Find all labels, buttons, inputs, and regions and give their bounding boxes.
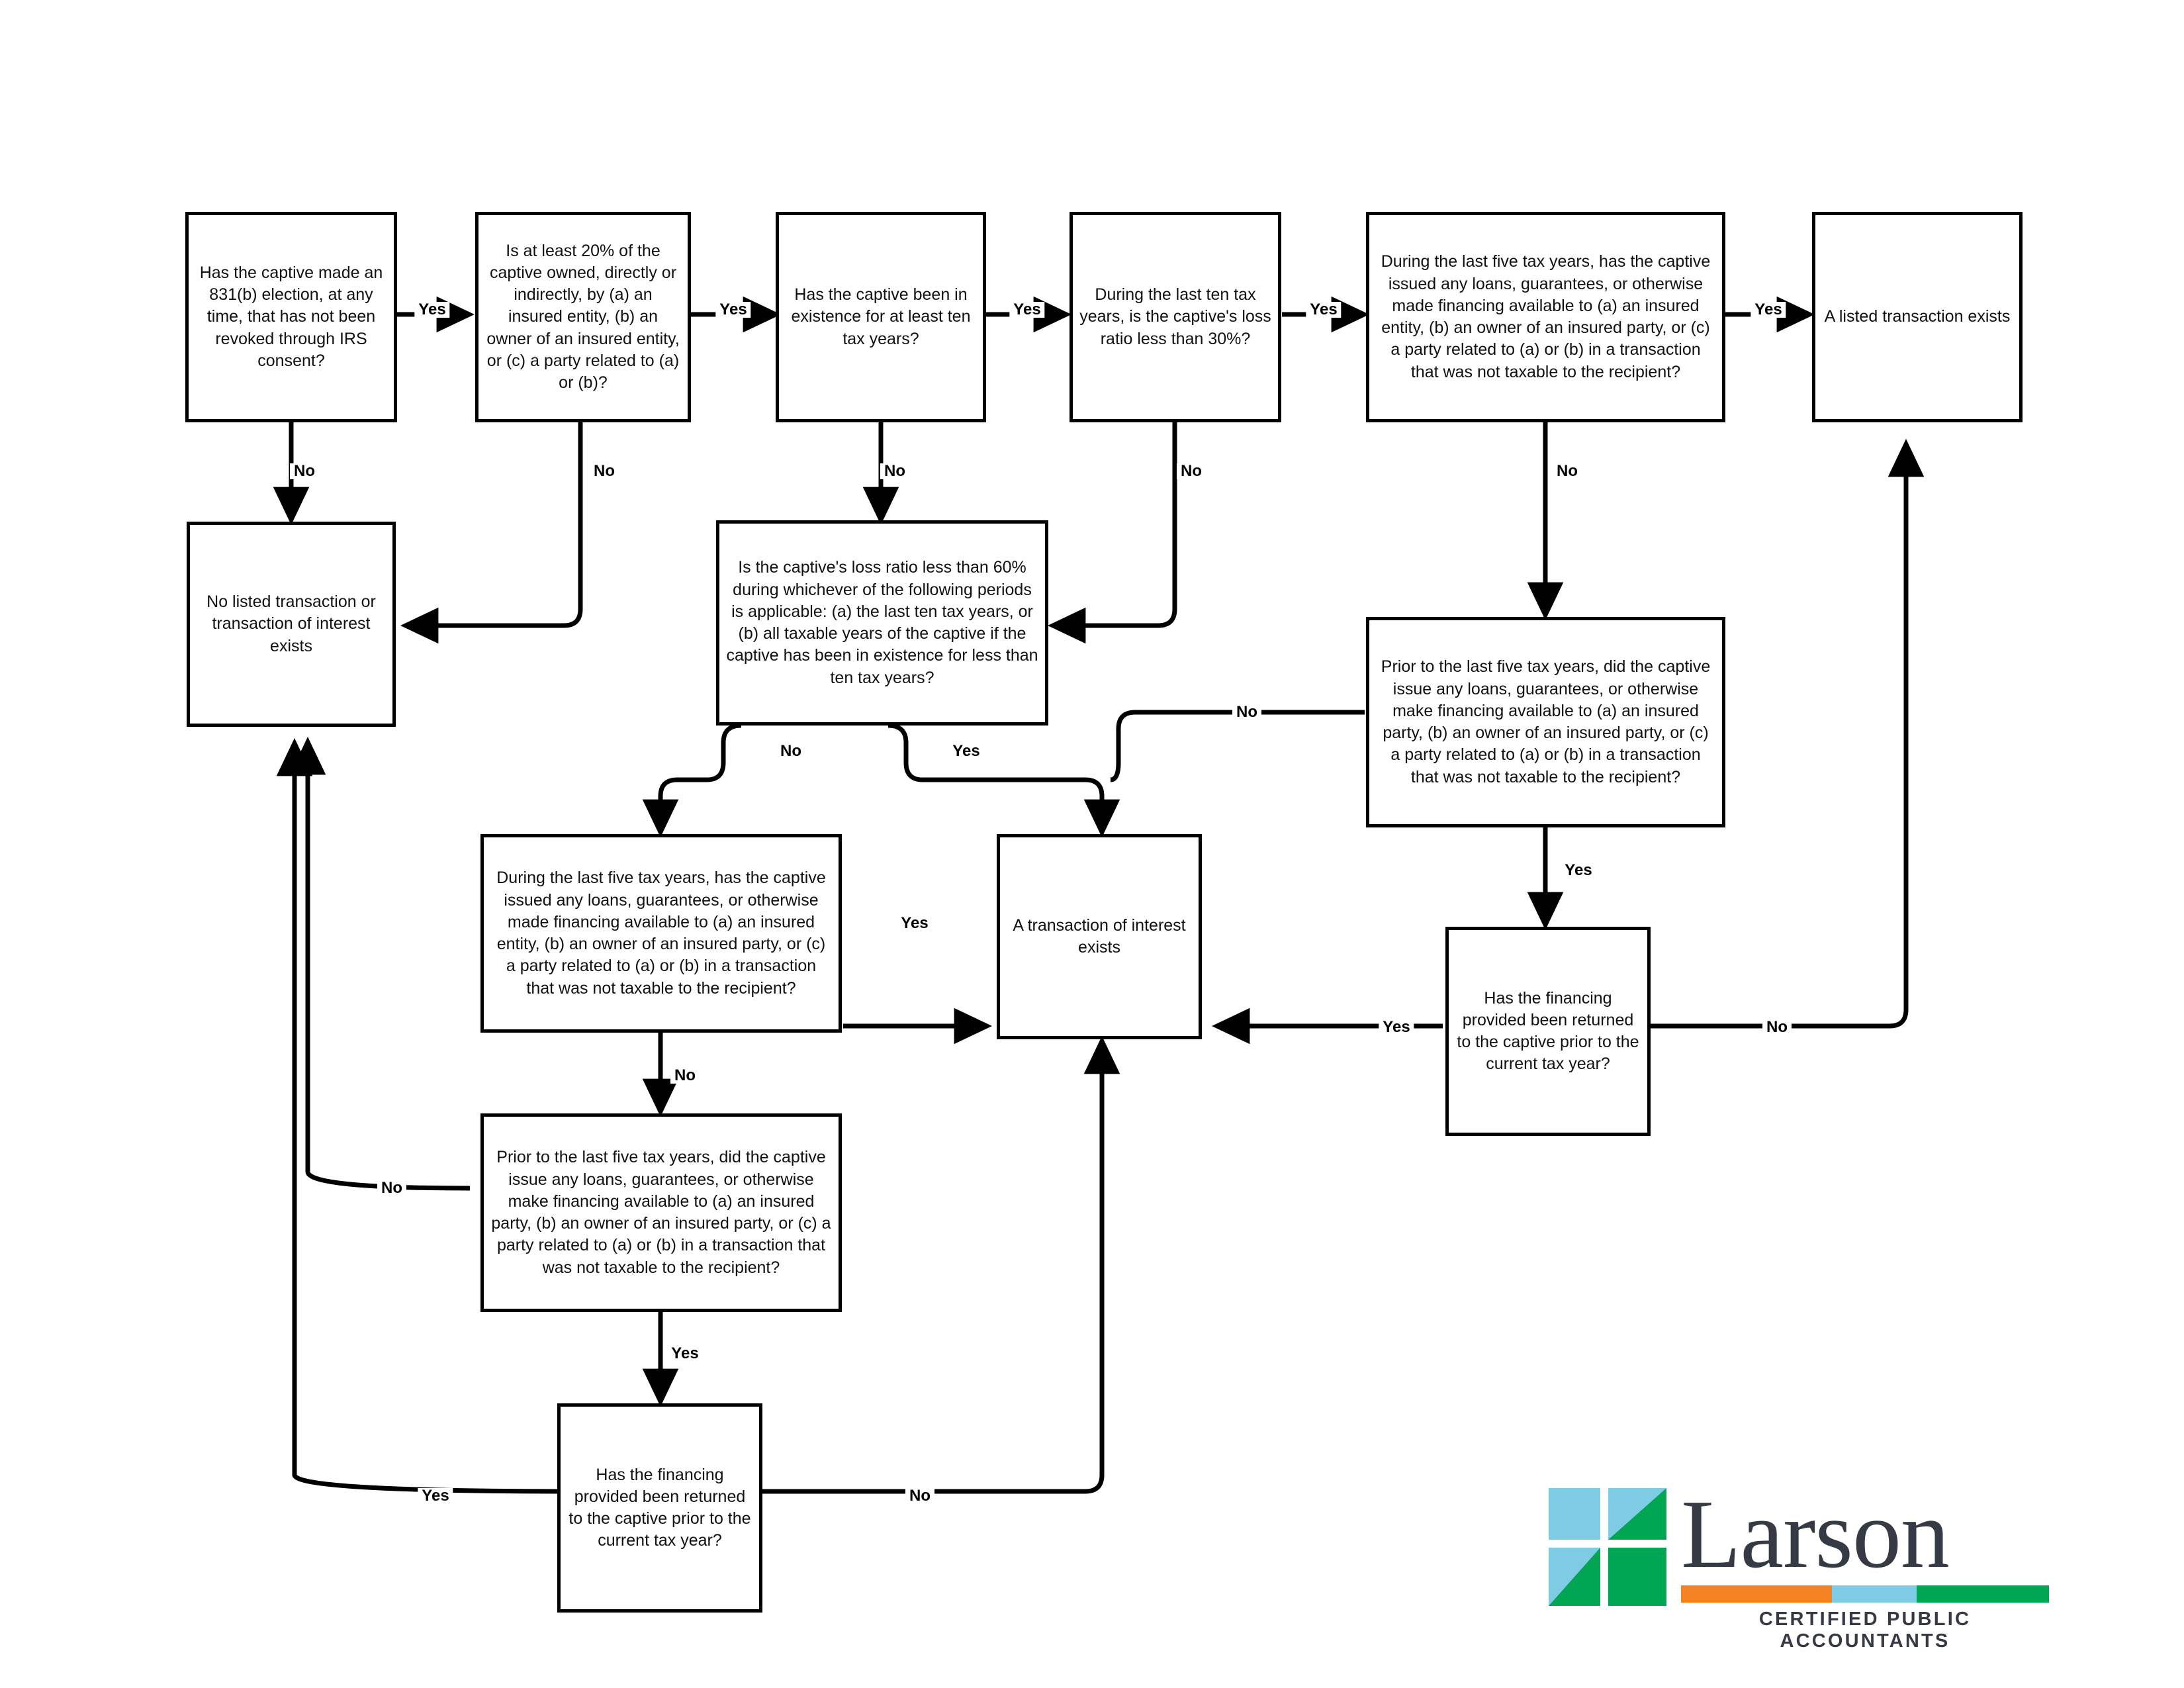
edge-label-n2-no: No <box>590 463 619 479</box>
node-loss-ratio-60-label: Is the captive's loss ratio less than 60… <box>726 558 1038 687</box>
logo-bar-orange <box>1681 1585 1832 1603</box>
node-no-listed-transaction-label: No listed transaction or transaction of … <box>206 592 376 655</box>
edge-label-n2-yes: Yes <box>715 302 751 318</box>
node-listed-transaction-exists-label: A listed transaction exists <box>1824 307 2011 326</box>
edge-label-n12-yes: Yes <box>1379 1019 1414 1035</box>
node-loss-ratio-30-label: During the last ten tax years, is the ca… <box>1079 285 1271 348</box>
node-financing-returned-right[interactable]: Has the financing provided been returned… <box>1445 927 1651 1136</box>
edge-label-n9-no: No <box>1232 704 1261 720</box>
logo-bar-green <box>1916 1585 2049 1603</box>
edge-n13-no-n7 <box>289 736 471 1191</box>
edge-label-n8-no: No <box>776 743 805 759</box>
node-financing-returned-left-label: Has the financing provided been returned… <box>569 1465 751 1550</box>
edge-label-n3-yes: Yes <box>1009 302 1045 318</box>
larson-logo-mark-icon <box>1549 1488 1666 1606</box>
larson-logo: Larson CERTIFIED PUBLIC ACCOUNTANTS <box>1549 1480 2049 1652</box>
edge-n8-yes-n11 <box>887 723 1120 838</box>
edge-label-n13-no: No <box>377 1180 406 1196</box>
node-prior-five-years-financing-right[interactable]: Prior to the last five tax years, did th… <box>1366 617 1725 827</box>
node-transaction-of-interest-exists-label: A transaction of interest exists <box>1013 915 1186 957</box>
larson-logo-colorbar <box>1681 1585 2049 1603</box>
larson-logo-wordmark: Larson CERTIFIED PUBLIC ACCOUNTANTS <box>1681 1480 2049 1652</box>
logo-bar-blue <box>1831 1585 1917 1603</box>
larson-logo-tagline: CERTIFIED PUBLIC ACCOUNTANTS <box>1758 1608 1972 1652</box>
edge-label-n12-no: No <box>1762 1019 1792 1035</box>
edge-label-n9-yes: Yes <box>1561 863 1596 878</box>
node-financing-returned-left[interactable]: Has the financing provided been returned… <box>557 1403 762 1613</box>
node-831b-election-label: Has the captive made an 831(b) election,… <box>199 263 383 370</box>
node-831b-election[interactable]: Has the captive made an 831(b) election,… <box>185 212 397 422</box>
edge-label-n5-yes: Yes <box>1751 302 1786 318</box>
edge-label-n1-yes: Yes <box>414 302 450 318</box>
logo-squares-icon <box>1549 1488 1666 1606</box>
edge-label-n8-yes: Yes <box>948 743 984 759</box>
edge-n2-no-n7 <box>400 422 583 644</box>
node-prior-five-years-financing-left[interactable]: Prior to the last five tax years, did th… <box>480 1113 842 1312</box>
larson-logo-name: Larson <box>1681 1480 1950 1589</box>
flowchart-page: Has the captive made an 831(b) election,… <box>0 0 2184 1688</box>
node-prior-five-years-financing-left-label: Prior to the last five tax years, did th… <box>491 1148 831 1277</box>
edge-label-n5-no: No <box>1553 463 1582 479</box>
node-financing-returned-right-label: Has the financing provided been returned… <box>1457 988 1639 1074</box>
node-twenty-percent-ownership-label: Is at least 20% of the captive owned, di… <box>486 241 680 393</box>
node-prior-five-years-financing-right-label: Prior to the last five tax years, did th… <box>1381 657 1711 786</box>
node-loss-ratio-60[interactable]: Is the captive's loss ratio less than 60… <box>716 520 1048 726</box>
edge-label-n10-no: No <box>670 1068 700 1084</box>
node-last-five-years-financing-left[interactable]: During the last five tax years, has the … <box>480 834 842 1033</box>
node-loss-ratio-30[interactable]: During the last ten tax years, is the ca… <box>1069 212 1281 422</box>
node-ten-tax-years-label: Has the captive been in existence for at… <box>791 285 971 348</box>
node-last-five-years-financing-top[interactable]: During the last five tax years, has the … <box>1366 212 1725 422</box>
edge-label-n14-no: No <box>905 1488 934 1504</box>
edge-label-n13-yes: Yes <box>667 1346 703 1362</box>
edge-label-n14-yes: Yes <box>418 1488 453 1504</box>
node-last-five-years-financing-top-label: During the last five tax years, has the … <box>1381 252 1711 381</box>
edge-label-n4-no: No <box>1177 463 1206 479</box>
edge-n4-no-n8 <box>1047 422 1177 644</box>
edge-label-n4-yes: Yes <box>1306 302 1342 318</box>
node-transaction-of-interest-exists[interactable]: A transaction of interest exists <box>997 834 1202 1039</box>
node-listed-transaction-exists[interactable]: A listed transaction exists <box>1812 212 2023 422</box>
edge-n9-no-n11 <box>1110 710 1365 782</box>
node-last-five-years-financing-left-label: During the last five tax years, has the … <box>496 868 826 998</box>
node-ten-tax-years[interactable]: Has the captive been in existence for at… <box>776 212 986 422</box>
edge-label-n3-no: No <box>880 463 909 479</box>
edge-label-n10-yes: Yes <box>897 915 933 931</box>
edge-n8-no-n10 <box>642 723 742 838</box>
node-no-listed-transaction[interactable]: No listed transaction or transaction of … <box>187 522 396 727</box>
node-twenty-percent-ownership[interactable]: Is at least 20% of the captive owned, di… <box>475 212 691 422</box>
edge-label-n1-no: No <box>290 463 319 479</box>
